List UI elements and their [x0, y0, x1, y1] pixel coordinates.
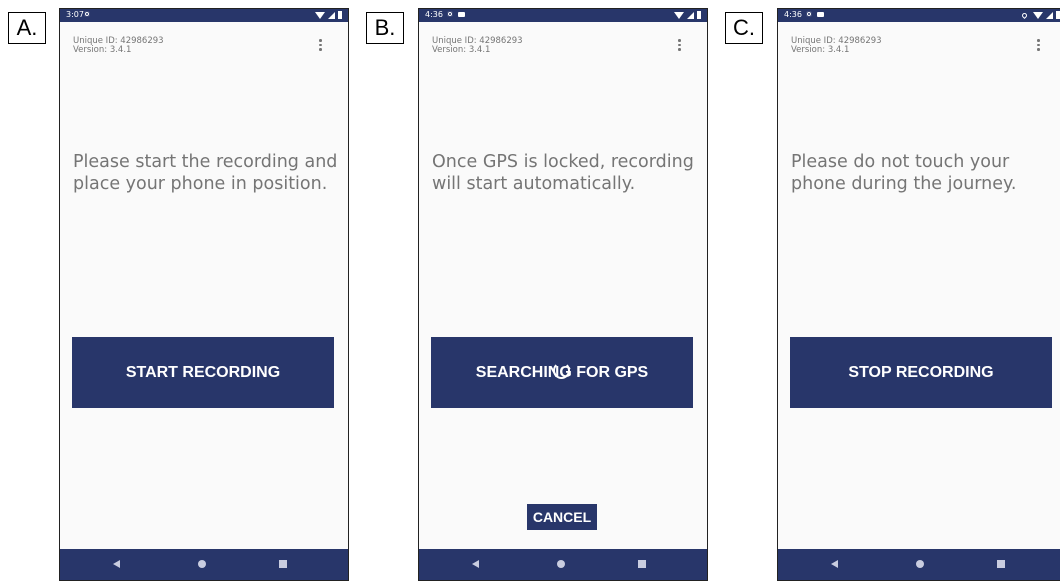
- wifi-icon: [674, 11, 684, 19]
- signal-icon: [328, 11, 335, 19]
- recorder-icon: [458, 12, 465, 17]
- back-icon[interactable]: [113, 560, 120, 568]
- wifi-icon: [315, 11, 325, 19]
- settings-icon: [447, 11, 453, 17]
- settings-icon: [806, 11, 812, 17]
- searching-gps-button[interactable]: SEARCHING FOR GPS: [431, 337, 693, 408]
- back-icon[interactable]: [472, 560, 479, 568]
- recents-icon[interactable]: [279, 560, 287, 568]
- home-icon[interactable]: [198, 560, 206, 568]
- stop-recording-button[interactable]: STOP RECORDING: [790, 337, 1052, 408]
- panel-label-c: C.: [725, 12, 763, 44]
- phone-screen-c: 4:36 Unique ID: 42986293 Version: 3.4.1 …: [777, 8, 1060, 581]
- app-info: Unique ID: 42986293 Version: 3.4.1: [432, 37, 523, 55]
- cancel-button[interactable]: CANCEL: [527, 504, 597, 530]
- settings-icon: [84, 11, 90, 17]
- phone-screen-a: 3:07 Unique ID: 42986293 Version: 3.4.1 …: [59, 8, 349, 581]
- version-text: Version: 3.4.1: [791, 45, 850, 55]
- wifi-icon: [1033, 11, 1043, 19]
- more-vert-icon[interactable]: [319, 39, 322, 51]
- navigation-bar: [419, 549, 707, 580]
- back-icon[interactable]: [831, 560, 838, 568]
- battery-icon: [338, 11, 342, 19]
- instruction-message: Please do not touch your phone during th…: [791, 152, 1017, 194]
- phone-screen-b: 4:36 Unique ID: 42986293 Version: 3.4.1 …: [418, 8, 708, 581]
- status-bar: 3:07: [60, 9, 348, 22]
- version-text: Version: 3.4.1: [73, 45, 132, 55]
- signal-icon: [1046, 11, 1053, 19]
- navigation-bar: [778, 549, 1060, 580]
- location-icon: [1020, 11, 1029, 19]
- navigation-bar: [60, 549, 348, 580]
- battery-icon: [1056, 11, 1060, 19]
- home-icon[interactable]: [916, 560, 924, 568]
- status-time: 3:07: [66, 10, 84, 19]
- status-bar: 4:36: [778, 9, 1060, 22]
- more-vert-icon[interactable]: [678, 39, 681, 51]
- start-recording-button[interactable]: START RECORDING: [72, 337, 334, 408]
- instruction-message: Once GPS is locked, recording will start…: [432, 152, 694, 194]
- status-bar: 4:36: [419, 9, 707, 22]
- app-info: Unique ID: 42986293 Version: 3.4.1: [73, 37, 164, 55]
- recorder-icon: [817, 12, 824, 17]
- app-info: Unique ID: 42986293 Version: 3.4.1: [791, 37, 882, 55]
- more-vert-icon[interactable]: [1037, 39, 1040, 51]
- version-text: Version: 3.4.1: [432, 45, 491, 55]
- instruction-message: Please start the recording and place you…: [73, 152, 338, 194]
- panel-label-b: B.: [366, 12, 404, 44]
- recents-icon[interactable]: [638, 560, 646, 568]
- recents-icon[interactable]: [997, 560, 1005, 568]
- home-icon[interactable]: [557, 560, 565, 568]
- status-time: 4:36: [425, 10, 443, 19]
- signal-icon: [687, 11, 694, 19]
- status-time: 4:36: [784, 10, 802, 19]
- panel-label-a: A.: [8, 12, 46, 44]
- loading-spinner-icon: [553, 362, 570, 379]
- battery-icon: [697, 11, 701, 19]
